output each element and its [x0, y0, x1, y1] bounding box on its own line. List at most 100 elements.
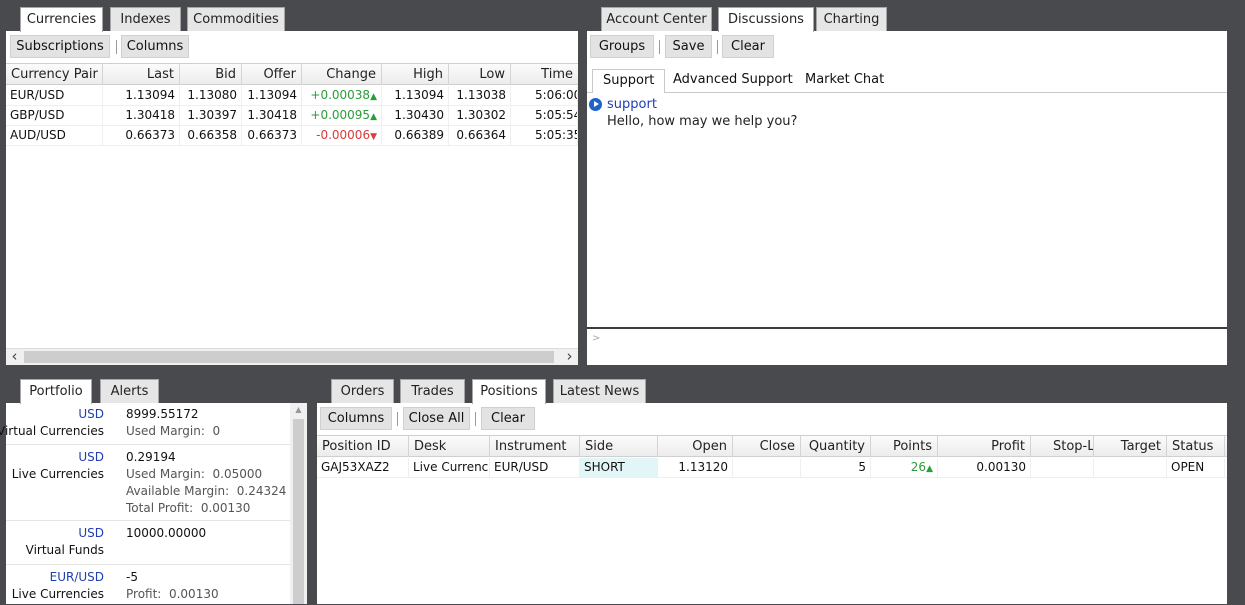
- arrow-up-icon: ▲: [370, 112, 377, 122]
- column-header-time[interactable]: Time: [511, 64, 578, 85]
- close-all-button[interactable]: Close All: [403, 407, 470, 430]
- horizontal-scrollbar[interactable]: ‹ ›: [6, 348, 578, 365]
- column-header-target[interactable]: Target: [1094, 436, 1167, 457]
- currencies-table-header: Currency Pair Last Bid Offer Change High…: [6, 63, 578, 85]
- column-header-side[interactable]: Side: [580, 436, 658, 457]
- tab-orders[interactable]: Orders: [331, 379, 394, 403]
- entry-detail: Profit: 0.00130: [126, 587, 219, 601]
- arrow-up-icon: ▲: [370, 92, 377, 102]
- portfolio-entry: USD Virtual Currencies 8999.55172 Used M…: [0, 403, 290, 445]
- column-header-close[interactable]: Close: [733, 436, 801, 457]
- scrollbar-thumb[interactable]: [293, 419, 304, 604]
- positions-panel: Orders Trades Positions Latest News Colu…: [317, 372, 1227, 604]
- currency-row[interactable]: AUD/USD 0.66373 0.66358 0.66373 -0.00006…: [6, 126, 578, 146]
- tab-discussions[interactable]: Discussions: [718, 7, 814, 32]
- tab-trades[interactable]: Trades: [400, 379, 465, 403]
- column-header-status[interactable]: Status: [1167, 436, 1225, 457]
- positions-body: Columns Close All Clear Position ID Desk…: [317, 403, 1227, 604]
- discussions-panel: Account Center Discussions Charting Grou…: [587, 0, 1227, 365]
- entry-category: Live Currencies: [11, 587, 104, 601]
- tab-commodities[interactable]: Commodities: [187, 7, 285, 31]
- columns-button[interactable]: Columns: [320, 407, 392, 430]
- vertical-scrollbar[interactable]: ▲: [290, 403, 307, 604]
- open-cell: 1.13120: [658, 458, 733, 477]
- column-header-instrument[interactable]: Instrument: [490, 436, 580, 457]
- scrollbar-thumb[interactable]: [24, 351, 554, 363]
- portfolio-entry: USD Live Currencies 0.29194 Used Margin:…: [6, 445, 290, 521]
- column-header-open[interactable]: Open: [658, 436, 733, 457]
- discussions-tabbar: Account Center Discussions Charting: [587, 0, 1227, 32]
- high-cell: 0.66389: [382, 126, 449, 145]
- entry-detail: Used Margin: 0.05000: [126, 467, 263, 481]
- column-header-bid[interactable]: Bid: [180, 64, 242, 85]
- low-cell: 1.13038: [449, 86, 511, 105]
- column-header-desk[interactable]: Desk: [409, 436, 490, 457]
- column-header-position-id[interactable]: Position ID: [317, 436, 409, 457]
- toolbar-divider: [475, 412, 476, 426]
- currency-row[interactable]: GBP/USD 1.30418 1.30397 1.30418 +0.00095…: [6, 106, 578, 126]
- high-cell: 1.13094: [382, 86, 449, 105]
- play-circle-icon: [589, 98, 602, 111]
- column-header-change[interactable]: Change: [302, 64, 382, 85]
- tab-portfolio[interactable]: Portfolio: [20, 379, 92, 404]
- input-prompt: >: [592, 333, 601, 344]
- toolbar-divider: [397, 412, 398, 426]
- bid-cell: 1.30397: [180, 106, 242, 125]
- entry-value: -5: [126, 570, 138, 584]
- currency-row[interactable]: EUR/USD 1.13094 1.13080 1.13094 +0.00038…: [6, 86, 578, 106]
- portfolio-body: USD Virtual Currencies 8999.55172 Used M…: [0, 403, 290, 605]
- tab-indexes[interactable]: Indexes: [110, 7, 181, 31]
- column-header-low[interactable]: Low: [449, 64, 511, 85]
- scroll-right-icon[interactable]: ›: [561, 349, 578, 365]
- save-button[interactable]: Save: [665, 35, 712, 58]
- entry-category: Virtual Currencies: [0, 424, 104, 438]
- points-value: 26: [910, 460, 927, 474]
- quantity-cell: 5: [801, 458, 871, 477]
- chat-message: support Hello, how may we help you?: [589, 97, 1227, 133]
- columns-button[interactable]: Columns: [121, 35, 189, 58]
- portfolio-entry: USD Virtual Funds 10000.00000: [6, 521, 290, 565]
- clear-button[interactable]: Clear: [481, 407, 535, 430]
- subtab-support[interactable]: Support: [592, 69, 666, 93]
- clear-button[interactable]: Clear: [722, 35, 774, 58]
- tab-account-center[interactable]: Account Center: [601, 7, 712, 31]
- portfolio-tabbar: Portfolio Alerts: [6, 372, 307, 404]
- scroll-up-icon[interactable]: ▲: [290, 405, 307, 414]
- offer-cell: 0.66373: [242, 126, 302, 145]
- positions-table-header: Position ID Desk Instrument Side Open Cl…: [317, 435, 1227, 457]
- tab-currencies[interactable]: Currencies: [20, 7, 103, 32]
- column-header-points[interactable]: Points: [871, 436, 938, 457]
- arrow-up-icon: ▲: [926, 464, 933, 474]
- column-header-last[interactable]: Last: [103, 64, 180, 85]
- points-cell: 26▲: [871, 458, 938, 477]
- column-header-stop-loss[interactable]: Stop-L: [1031, 436, 1094, 457]
- close-cell: [733, 458, 801, 477]
- groups-button[interactable]: Groups: [590, 35, 654, 58]
- instrument-cell: EUR/USD: [490, 458, 580, 477]
- column-header-quantity[interactable]: Quantity: [801, 436, 871, 457]
- bid-cell: 0.66358: [180, 126, 242, 145]
- column-header-profit[interactable]: Profit: [938, 436, 1031, 457]
- column-header-high[interactable]: High: [382, 64, 449, 85]
- tab-alerts[interactable]: Alerts: [100, 379, 159, 403]
- change-cell: +0.00095▲: [302, 106, 382, 125]
- positions-tabbar: Orders Trades Positions Latest News: [317, 372, 1227, 404]
- subscriptions-button[interactable]: Subscriptions: [10, 35, 110, 58]
- position-row[interactable]: GAJ53XAZ2 Live Currencies EUR/USD SHORT …: [317, 458, 1227, 478]
- portfolio-panel: Portfolio Alerts USD Virtual Currencies …: [0, 372, 307, 605]
- subtab-market-chat[interactable]: Market Chat: [795, 69, 894, 93]
- column-header-currency-pair[interactable]: Currency Pair: [6, 64, 103, 85]
- profit-cell: 0.00130: [938, 458, 1031, 477]
- tab-positions[interactable]: Positions: [472, 379, 546, 404]
- tab-latest-news[interactable]: Latest News: [553, 379, 646, 403]
- chat-input[interactable]: >: [587, 329, 1227, 365]
- column-header-offer[interactable]: Offer: [242, 64, 302, 85]
- portfolio-entry: EUR/USD Live Currencies -5 Profit: 0.001…: [6, 565, 290, 605]
- tab-charting[interactable]: Charting: [816, 7, 887, 31]
- desk-cell: Live Currencies: [409, 458, 490, 477]
- scroll-left-icon[interactable]: ‹: [6, 349, 23, 365]
- change-value: +0.00038: [310, 88, 371, 102]
- discussions-body: Groups Save Clear Support Advanced Suppo…: [587, 31, 1227, 365]
- last-cell: 1.30418: [103, 106, 180, 125]
- subtab-advanced-support[interactable]: Advanced Support: [663, 69, 803, 93]
